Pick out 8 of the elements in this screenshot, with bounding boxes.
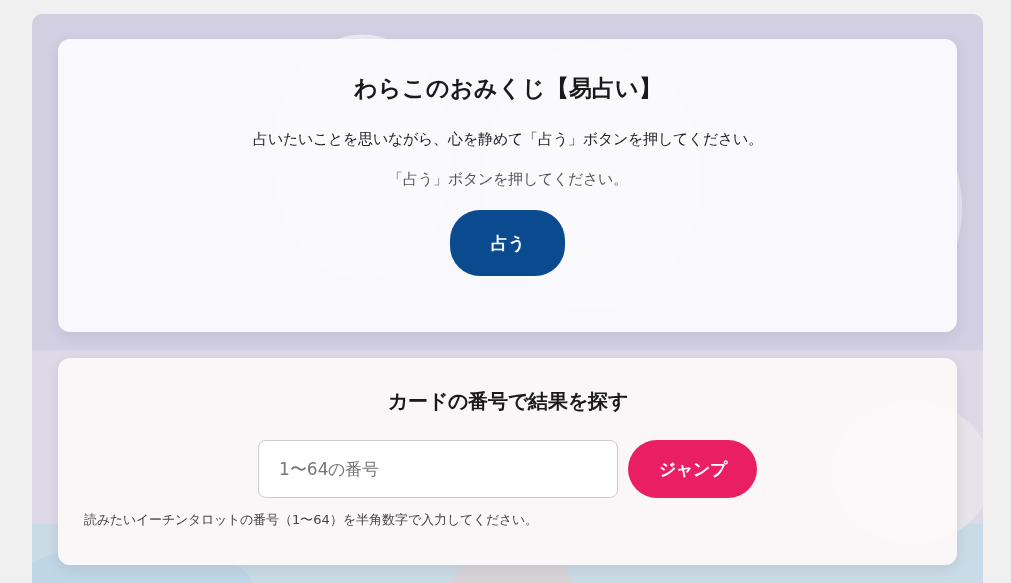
- status-text: 「占う」ボタンを押してください。: [387, 170, 628, 189]
- instruction-text: 占いたいことを思いながら、心を静めて「占う」ボタンを押してください。: [252, 130, 763, 149]
- jump-button[interactable]: ジャンプ: [628, 440, 757, 498]
- card-number-field[interactable]: 1〜64の番号: [258, 440, 618, 498]
- hint-text: 読みたいイーチンタロットの番号（1〜64）を半角数字で入力してください。: [84, 511, 538, 529]
- omikuji-title: わらこのおみくじ【易占い】: [353, 74, 662, 103]
- divine-button[interactable]: 占う: [450, 210, 565, 276]
- search-title: カードの番号で結果を探す: [387, 388, 628, 415]
